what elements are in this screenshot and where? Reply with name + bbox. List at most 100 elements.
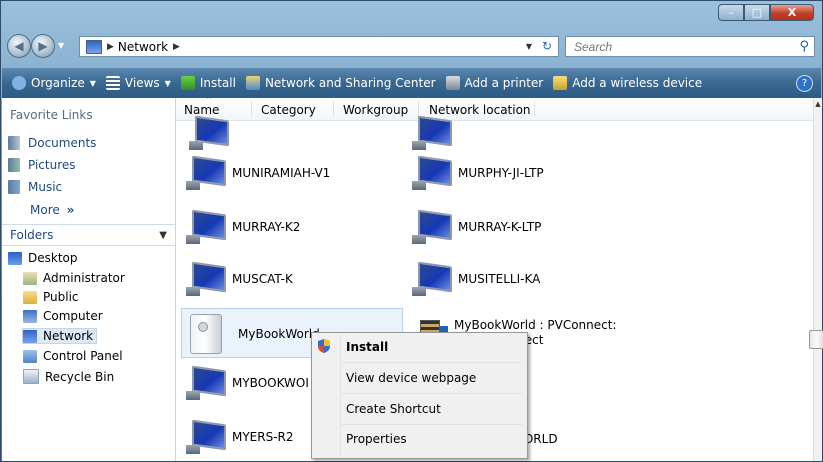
favorite-documents-label: Documents: [28, 136, 97, 150]
add-printer-button[interactable]: Add a printer: [445, 76, 544, 90]
music-icon: [8, 180, 20, 194]
vertical-scrollbar[interactable]: ▲: [809, 98, 823, 461]
favorite-music[interactable]: Music: [8, 180, 62, 194]
column-divider[interactable]: [418, 101, 419, 117]
list-item[interactable]: MURRAY-K-LTP: [412, 209, 542, 244]
address-dropdown-icon[interactable]: ▼: [526, 42, 532, 51]
control-panel-icon: [23, 349, 37, 363]
menu-separator: [342, 424, 522, 425]
tree-control-panel-label: Control Panel: [43, 349, 123, 363]
list-item[interactable]: MUSITELLI-KA: [412, 261, 540, 296]
menu-item-view-device-webpage[interactable]: View device webpage: [346, 371, 476, 385]
tree-public-label: Public: [43, 290, 79, 304]
minimize-button[interactable]: –: [718, 4, 744, 21]
help-button[interactable]: ?: [796, 75, 813, 92]
menu-item-create-shortcut[interactable]: Create Shortcut: [346, 402, 441, 416]
explorer-window: – □ X ◀ ▶ ▼ ▶ Network ▶ ▼ ↻ ⚲ Organize ▼ …: [0, 0, 823, 462]
list-item[interactable]: MYBOOKWOI: [186, 365, 309, 400]
computer-icon: [23, 309, 37, 323]
forward-button[interactable]: ▶: [31, 34, 55, 58]
item-label: MURRAY-K-LTP: [458, 219, 542, 234]
menu-item-properties[interactable]: Properties: [346, 432, 407, 446]
favorite-documents[interactable]: Documents: [8, 136, 96, 150]
more-label: More: [30, 203, 60, 217]
list-item[interactable]: MUNIRAMIAH-V1: [186, 155, 330, 190]
list-item-mybookworld[interactable]: MyBookWorld: [186, 314, 320, 354]
column-divider[interactable]: [534, 101, 535, 117]
search-input[interactable]: [572, 38, 776, 55]
tree-public[interactable]: Public: [23, 290, 79, 304]
breadcrumb-separator-icon: ▶: [107, 41, 114, 52]
close-button[interactable]: X: [770, 4, 814, 21]
column-divider[interactable]: [251, 101, 252, 117]
address-bar[interactable]: ▶ Network ▶ ▼ ↻: [79, 36, 559, 57]
scroll-up-icon[interactable]: ▲: [814, 100, 822, 112]
computer-icon: [186, 209, 226, 244]
list-item[interactable]: MURPHY-JI-LTP: [412, 155, 544, 190]
network-sharing-center-button[interactable]: Network and Sharing Center: [245, 76, 436, 90]
favorite-pictures[interactable]: Pictures: [8, 158, 76, 172]
organize-button[interactable]: Organize ▼: [12, 76, 96, 90]
caption-buttons: – □ X: [718, 4, 814, 21]
folders-header[interactable]: Folders ▼: [2, 224, 175, 246]
back-button[interactable]: ◀: [7, 34, 31, 58]
maximize-button[interactable]: □: [744, 4, 770, 21]
list-item-partial[interactable]: [189, 115, 229, 150]
install-button[interactable]: Install: [180, 76, 236, 90]
column-category[interactable]: Category: [261, 103, 316, 117]
tree-control-panel[interactable]: Control Panel: [23, 349, 123, 363]
user-folder-icon: [23, 271, 37, 285]
uac-shield-icon: [318, 339, 330, 353]
column-divider[interactable]: [333, 101, 334, 117]
column-network-location[interactable]: Network location: [429, 103, 531, 117]
item-label: MYBOOKWOI: [232, 375, 309, 390]
scroll-thumb[interactable]: [809, 330, 823, 349]
chevron-down-icon: ▼: [164, 78, 171, 88]
list-item[interactable]: MUSCAT-K: [186, 261, 293, 296]
forward-arrow-icon: ▶: [38, 39, 48, 53]
menu-item-install[interactable]: Install: [346, 340, 388, 354]
install-shield-icon: [180, 76, 195, 90]
network-location-icon: [86, 39, 102, 54]
back-arrow-icon: ◀: [14, 39, 24, 53]
minimize-icon: –: [728, 6, 734, 19]
breadcrumb-network[interactable]: Network: [118, 40, 168, 54]
documents-icon: [8, 136, 20, 150]
close-icon: X: [787, 6, 797, 19]
tree-administrator[interactable]: Administrator: [23, 271, 125, 285]
computer-icon: [412, 155, 452, 190]
add-printer-label: Add a printer: [464, 76, 544, 90]
tree-desktop[interactable]: Desktop: [8, 251, 78, 265]
tree-administrator-label: Administrator: [43, 271, 125, 285]
list-item[interactable]: MYERS-R2: [186, 419, 294, 454]
menu-separator: [342, 393, 522, 394]
computer-icon: [186, 365, 226, 400]
list-item[interactable]: MURRAY-K2: [186, 209, 300, 244]
computer-icon: [189, 115, 229, 150]
computer-icon: [186, 155, 226, 190]
tree-computer[interactable]: Computer: [23, 309, 103, 323]
folder-icon: [23, 290, 37, 304]
command-bar: Organize ▼ Views ▼ Install Network and Sha…: [2, 68, 821, 98]
column-header: Name ^ Category Workgroup Network locati…: [176, 98, 813, 121]
tree-computer-label: Computer: [43, 309, 103, 323]
computer-icon: [186, 261, 226, 296]
double-chevron-icon: »: [66, 203, 75, 217]
computer-icon: [412, 261, 452, 296]
list-item-partial[interactable]: [412, 115, 452, 150]
add-wireless-device-button[interactable]: Add a wireless device: [553, 76, 702, 90]
more-links[interactable]: More »: [30, 203, 74, 217]
search-box[interactable]: ⚲: [565, 36, 815, 57]
recent-pages-dropdown[interactable]: ▼: [58, 41, 64, 50]
views-button[interactable]: Views ▼: [105, 76, 171, 90]
maximize-icon: □: [751, 6, 763, 19]
column-workgroup[interactable]: Workgroup: [343, 103, 408, 117]
search-icon[interactable]: ⚲: [799, 39, 809, 54]
item-label: MUSCAT-K: [232, 271, 293, 286]
refresh-icon[interactable]: ↻: [542, 39, 552, 53]
tree-recycle-bin[interactable]: Recycle Bin: [23, 369, 114, 384]
column-name[interactable]: Name: [184, 103, 219, 117]
tree-network[interactable]: Network: [21, 328, 98, 344]
views-label: Views: [124, 76, 160, 90]
favorite-pictures-label: Pictures: [28, 158, 76, 172]
